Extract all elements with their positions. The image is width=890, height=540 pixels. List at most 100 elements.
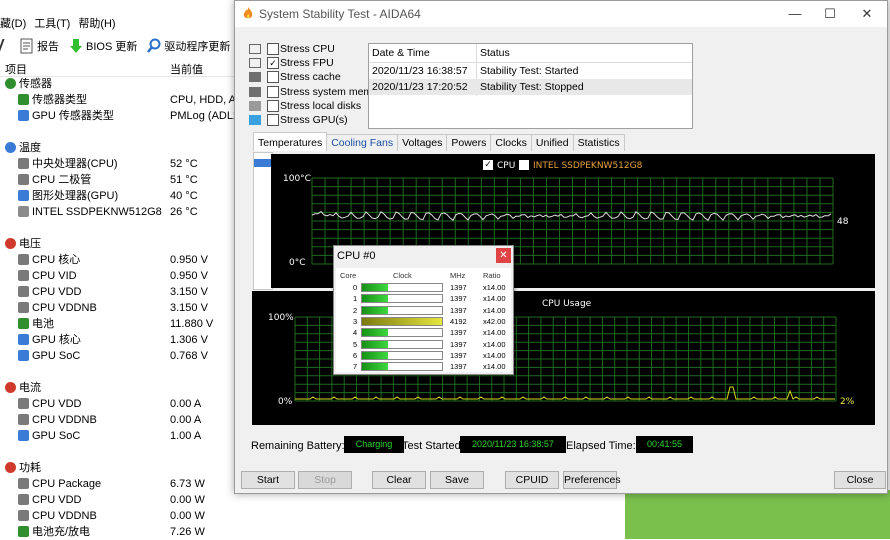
tree-item-name: GPU SoC (18, 428, 80, 444)
stress-checkbox[interactable]: ✓ (267, 57, 279, 70)
stress-label: Stress local disks (280, 99, 362, 112)
cpu-clock-fill (362, 317, 442, 325)
tree-item-name: 中央处理器(CPU) (18, 156, 118, 172)
stress-checkbox[interactable] (267, 113, 279, 126)
menu-item-tools[interactable]: 工具(T) (34, 14, 78, 34)
stress-option[interactable]: Stress local disks (249, 99, 367, 113)
stop-button[interactable]: Stop (298, 471, 352, 489)
cpu-core-row: 0 1397 x14.00 (336, 282, 511, 293)
stress-option[interactable]: Stress cache (249, 70, 367, 84)
clear-button[interactable]: Clear (372, 471, 426, 489)
log-date: 2020/11/23 17:20:52 (372, 81, 468, 93)
tree-item-name: GPU SoC (18, 348, 80, 364)
minimize-button[interactable]: — (780, 4, 810, 24)
tree-item-name: CPU 二极管 (18, 172, 91, 188)
window-title: System Stability Test - AIDA64 (259, 7, 421, 21)
graph-side-panel[interactable] (253, 152, 273, 290)
cpu-clock-fill (362, 351, 389, 359)
maximize-button[interactable]: ☐ (815, 4, 845, 24)
cpu-icon (249, 44, 261, 54)
ssd-legend-checkbox[interactable] (519, 160, 529, 173)
bios-update-button[interactable]: BIOS 更新 (69, 38, 137, 54)
tree-item-value: 0.768 V (170, 350, 208, 362)
title-bar[interactable]: System Stability Test - AIDA64 — ☐ ✕ (235, 1, 887, 27)
cpu-header-ratio: Ratio (483, 271, 501, 280)
chip-icon (18, 510, 29, 521)
tree-item-label: GPU SoC (32, 430, 81, 442)
cpu-clock-fill (362, 284, 389, 291)
cpu-legend-checkbox[interactable]: ✓ (483, 160, 495, 171)
cpu-clock-bar (361, 283, 443, 292)
elapsed-time-label: Elapsed Time: (566, 440, 636, 452)
preferences-button[interactable]: Preferences (563, 471, 621, 489)
tree-item-name: GPU 传感器类型 (18, 108, 114, 124)
tab-voltages[interactable]: Voltages (397, 134, 448, 151)
save-button[interactable]: Save (430, 471, 484, 489)
start-button[interactable]: Start (241, 471, 295, 489)
tree-item-name: CPU Package (18, 476, 101, 492)
cpu-core-row: 7 1397 x14.00 (336, 361, 511, 372)
tab-cooling-fans[interactable]: Cooling Fans (326, 134, 399, 151)
tree-item-value: 52 °C (170, 158, 198, 170)
cpu-popup-close-button[interactable]: ✕ (496, 248, 511, 263)
tree-item-label: 电压 (19, 238, 41, 250)
window-close-button[interactable]: ✕ (852, 4, 882, 24)
cpu-core-ratio: x14.00 (483, 294, 506, 304)
stress-checkbox[interactable] (267, 71, 279, 84)
cpu-core-mhz: 1397 (450, 362, 467, 372)
tree-item-label: CPU VID (32, 270, 77, 282)
cpu-header-core: Core (340, 271, 357, 280)
disk-icon (249, 100, 261, 111)
cpu-core-row: 1 1397 x14.00 (336, 293, 511, 304)
sensor-icon (18, 94, 29, 105)
cpu-clock-fill (362, 306, 389, 314)
stress-label: Stress GPU(s) (280, 113, 348, 126)
tab-unified[interactable]: Unified (530, 134, 574, 151)
cpu-clock-bar (361, 328, 443, 338)
chip-icon (18, 398, 29, 409)
menu-item-help[interactable]: 帮助(H) (78, 14, 123, 34)
chip-icon (18, 302, 29, 313)
drive-icon (18, 206, 29, 217)
stress-checkbox[interactable] (267, 99, 279, 112)
tree-item-value: 11.880 V (170, 318, 214, 330)
tree-item-value: 6.73 W (170, 478, 205, 490)
log-header-status[interactable]: Status (480, 47, 510, 59)
driver-update-button[interactable]: 驱动程序更新 (147, 38, 230, 54)
tab-clocks[interactable]: Clocks (490, 134, 532, 151)
tree-item-label: GPU 传感器类型 (32, 110, 114, 122)
header-item[interactable]: 项目 (5, 61, 27, 77)
report-button[interactable]: 报告 (20, 38, 59, 54)
test-started-value: 2020/11/23 16:38:57 (460, 436, 566, 453)
stress-option[interactable]: Stress GPU(s) (249, 113, 367, 127)
cpu-clock-fill (362, 340, 389, 348)
search-icon (147, 38, 161, 53)
log-header-date[interactable]: Date & Time (372, 47, 430, 59)
stress-option[interactable]: ✓ Stress FPU (249, 56, 367, 70)
cpu-core-ratio: x42.00 (483, 316, 506, 326)
cpu-core-mhz: 4192 (450, 316, 467, 326)
driver-update-label: 驱动程序更新 (164, 41, 231, 53)
download-arrow-icon (70, 39, 82, 53)
cpu-core-row: 5 1397 x14.00 (336, 339, 511, 350)
log-row[interactable]: 2020/11/23 17:20:52 Stability Test: Stop… (369, 79, 692, 95)
cpu-clock-bar (361, 350, 443, 360)
close-button[interactable]: Close (834, 471, 886, 489)
stress-option[interactable]: Stress CPU (249, 42, 367, 56)
chip-icon (18, 414, 29, 425)
header-value[interactable]: 当前值 (170, 61, 203, 77)
log-status: Stability Test: Started (480, 65, 579, 77)
stress-checkbox[interactable] (267, 85, 279, 98)
tree-item-name: INTEL SSDPEKNW512G8 (18, 204, 162, 220)
menu-item-view[interactable]: 藏(D) (0, 14, 34, 34)
bios-update-label: BIOS 更新 (86, 41, 138, 53)
stress-option[interactable]: Stress system memo (249, 85, 378, 99)
cpuid-button[interactable]: CPUID (505, 471, 559, 489)
tab-powers[interactable]: Powers (446, 134, 492, 151)
log-row[interactable]: 2020/11/23 16:38:57 Stability Test: Star… (369, 63, 692, 79)
tab-temperatures[interactable]: Temperatures (253, 132, 328, 151)
tree-item-name: CPU VDDNB (18, 412, 97, 428)
tree-item-value: 0.00 W (170, 510, 205, 522)
stress-checkbox[interactable] (267, 43, 279, 55)
tab-statistics[interactable]: Statistics (572, 134, 625, 151)
